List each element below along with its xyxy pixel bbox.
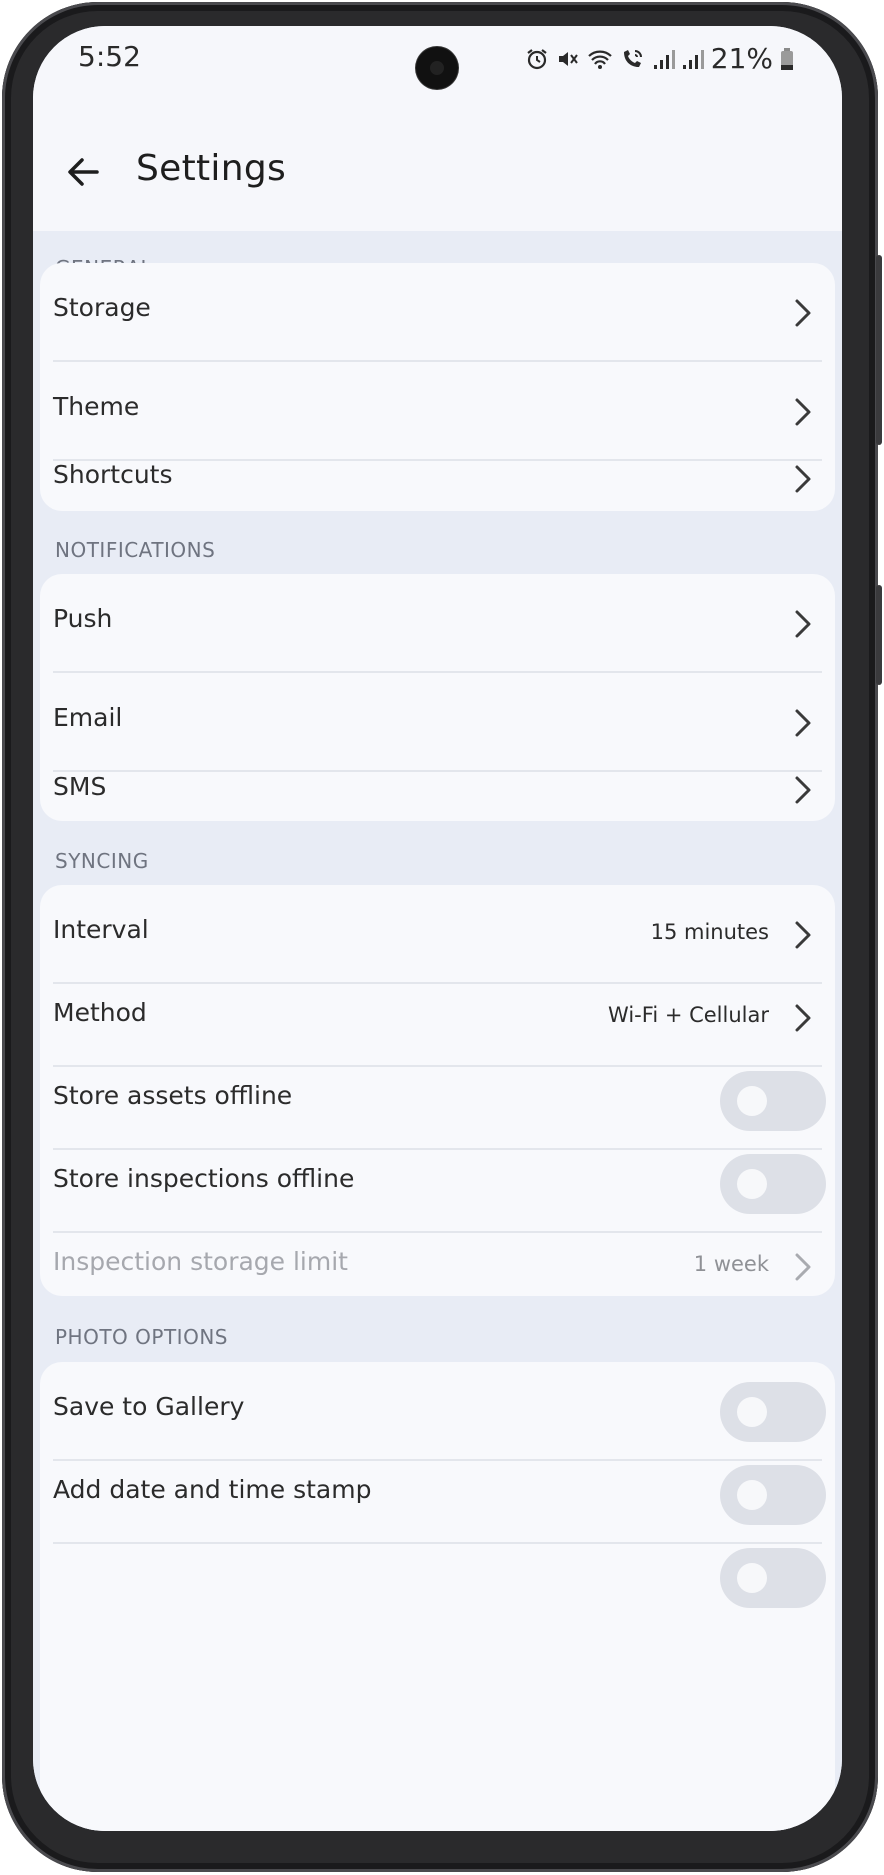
chevron-right-icon (795, 776, 811, 804)
toggle-knob (737, 1563, 767, 1593)
setting-label: Email (53, 703, 123, 732)
wifi-icon (587, 47, 613, 71)
status-icons: 21% (525, 42, 794, 75)
section-header-syncing: SYNCING (55, 849, 149, 873)
section-header-photo-options: PHOTO OPTIONS (55, 1325, 228, 1349)
volume-button (876, 255, 882, 445)
setting-row-inspection-storage-limit[interactable]: Inspection storage limit 1 week (40, 1217, 835, 1296)
toggle-knob (737, 1169, 767, 1199)
status-bar: 5:52 21% (33, 26, 842, 116)
settings-list: GENERAL Storage Theme Shortcuts NOTIFICA… (33, 231, 842, 1831)
chevron-right-icon (795, 709, 811, 737)
setting-label: Add date and time stamp (53, 1475, 372, 1504)
setting-row-shortcuts[interactable]: Shortcuts (40, 460, 835, 511)
setting-label: Store assets offline (53, 1081, 293, 1110)
toggle-knob (737, 1397, 767, 1427)
save-to-gallery-toggle[interactable] (720, 1382, 826, 1442)
setting-label: Storage (53, 293, 151, 322)
arrow-left-icon (68, 158, 99, 186)
notifications-card: Push Email SMS (40, 574, 835, 821)
chevron-right-icon (795, 1253, 811, 1281)
chevron-right-icon (795, 921, 811, 949)
screen: 5:52 21% Settings Storage Theme Shortcut… (33, 26, 842, 1831)
setting-label: Push (53, 604, 113, 633)
store-inspections-offline-toggle[interactable] (720, 1154, 826, 1214)
general-card: Storage Theme Shortcuts (40, 263, 835, 511)
setting-label: Interval (53, 915, 149, 944)
page-title: Settings (136, 148, 287, 189)
setting-value: 15 minutes (650, 920, 769, 944)
partial-toggle[interactable] (720, 1548, 826, 1608)
setting-row-theme[interactable]: Theme (40, 362, 835, 461)
toggle-knob (737, 1086, 767, 1116)
mute-icon (556, 47, 580, 71)
signal-icon (653, 47, 675, 71)
chevron-right-icon (795, 299, 811, 327)
setting-row-partial (40, 1528, 835, 1627)
setting-value: Wi-Fi + Cellular (608, 1003, 769, 1027)
chevron-right-icon (795, 610, 811, 638)
wifi-calling-icon (620, 47, 646, 71)
signal-icon (682, 47, 704, 71)
setting-label: Save to Gallery (53, 1392, 245, 1421)
setting-row-email[interactable]: Email (40, 673, 835, 772)
setting-row-push[interactable]: Push (40, 574, 835, 673)
store-assets-offline-toggle[interactable] (720, 1071, 826, 1131)
app-bar: Settings (33, 116, 842, 231)
status-time: 5:52 (78, 40, 141, 73)
photo-options-card: Save to Gallery Add date and time stamp (40, 1362, 835, 1831)
back-button[interactable] (51, 140, 115, 204)
chevron-right-icon (795, 398, 811, 426)
setting-value: 1 week (693, 1252, 769, 1276)
syncing-card: Interval 15 minutes Method Wi-Fi + Cellu… (40, 885, 835, 1296)
alarm-icon (525, 47, 549, 71)
add-date-time-stamp-toggle[interactable] (720, 1465, 826, 1525)
power-button (876, 585, 882, 685)
chevron-right-icon (795, 1004, 811, 1032)
setting-label: Shortcuts (53, 460, 173, 489)
setting-row-sms[interactable]: SMS (40, 772, 835, 821)
setting-label: Method (53, 998, 147, 1027)
setting-label: Inspection storage limit (53, 1247, 348, 1276)
toggle-knob (737, 1480, 767, 1510)
battery-icon (780, 47, 794, 71)
setting-label: Theme (53, 392, 140, 421)
chevron-right-icon (795, 465, 811, 493)
front-camera (416, 47, 458, 89)
setting-label: Store inspections offline (53, 1164, 355, 1193)
setting-row-storage[interactable]: Storage (40, 263, 835, 362)
setting-label: SMS (53, 772, 107, 801)
battery-percent: 21% (710, 42, 773, 75)
section-header-notifications: NOTIFICATIONS (55, 538, 216, 562)
